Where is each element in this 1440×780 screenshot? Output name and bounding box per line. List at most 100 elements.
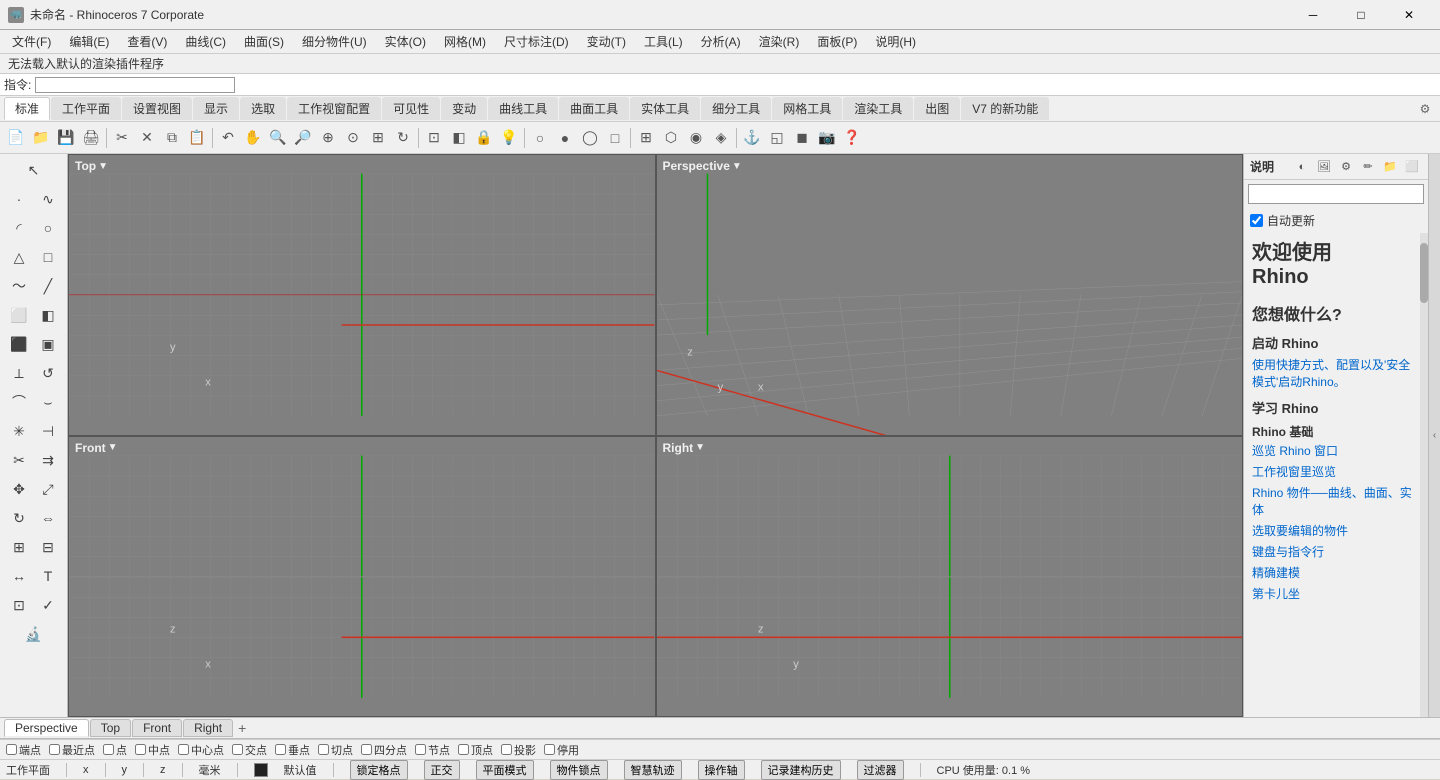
tab-select[interactable]: 选取 <box>240 97 286 120</box>
tab-standard[interactable]: 标准 <box>4 97 50 120</box>
save-icon[interactable]: 💾 <box>54 126 78 150</box>
blend-tool[interactable]: ⌣ <box>34 388 62 416</box>
autoupdate-checkbox[interactable] <box>1250 214 1263 227</box>
right-panel-search-input[interactable] <box>1248 184 1424 204</box>
wire-icon[interactable]: ⬡ <box>659 126 683 150</box>
link-precise-modeling[interactable]: 精确建模 <box>1252 564 1412 581</box>
status-smarttrack-btn[interactable]: 智慧轨迹 <box>624 760 682 780</box>
help2-icon[interactable]: ❓ <box>840 126 864 150</box>
panel-collapse-arrow[interactable]: ‹ <box>1428 154 1440 717</box>
intersect-tool[interactable]: ✳ <box>5 417 33 445</box>
analyze2-tool[interactable]: 🔬 <box>20 620 48 648</box>
snap-nearest[interactable]: 最近点 <box>49 742 95 758</box>
minimize-button[interactable]: ─ <box>1290 0 1336 30</box>
array-tool[interactable]: ⊞ <box>5 533 33 561</box>
arc-tool[interactable]: ◜ <box>5 214 33 242</box>
menu-dimension[interactable]: 尺寸标注(D) <box>496 31 577 52</box>
tab-rendertools[interactable]: 渲染工具 <box>843 97 913 120</box>
snap-midpoint[interactable]: 中点 <box>135 742 170 758</box>
tab-visibility[interactable]: 可见性 <box>382 97 440 120</box>
link-keyboard[interactable]: 键盘与指令行 <box>1252 543 1412 560</box>
status-history-btn[interactable]: 记录建构历史 <box>761 760 841 780</box>
surface-tool[interactable]: ⬜ <box>5 301 33 329</box>
status-osnap-btn[interactable]: 物件锁点 <box>550 760 608 780</box>
undo-icon[interactable]: ↶ <box>216 126 240 150</box>
lock-icon[interactable]: 🔒 <box>472 126 496 150</box>
scale-tool[interactable]: ⤢ <box>34 475 62 503</box>
tab-solidtools[interactable]: 实体工具 <box>630 97 700 120</box>
polygon-tool[interactable]: △ <box>5 243 33 271</box>
viewport-right-arrow[interactable]: ▼ <box>695 442 705 453</box>
viewport-top-arrow[interactable]: ▼ <box>98 161 108 172</box>
tab-vpconfig[interactable]: 工作视窗配置 <box>287 97 381 120</box>
vp-tab-perspective[interactable]: Perspective <box>4 719 89 737</box>
rp-icon-4[interactable]: ✏ <box>1358 157 1378 177</box>
snap-icon[interactable]: ⊡ <box>422 126 446 150</box>
extrude-tool[interactable]: ⟂ <box>5 359 33 387</box>
snap-project[interactable]: 投影 <box>501 742 536 758</box>
mesh-icon[interactable]: ⊞ <box>634 126 658 150</box>
new-icon[interactable]: 📄 <box>4 126 28 150</box>
zoom-out-icon[interactable]: 🔎 <box>291 126 315 150</box>
constraint-icon[interactable]: ⚓ <box>740 126 764 150</box>
tab-transform[interactable]: 变动 <box>441 97 487 120</box>
trim-tool[interactable]: ✂ <box>5 446 33 474</box>
loft-tool[interactable]: ◧ <box>34 301 62 329</box>
sphere-icon[interactable]: ● <box>553 126 577 150</box>
box-icon[interactable]: □ <box>603 126 627 150</box>
snap-point[interactable]: 点 <box>103 742 127 758</box>
tab-setview[interactable]: 设置视图 <box>122 97 192 120</box>
snap-center[interactable]: 中心点 <box>178 742 224 758</box>
menu-tools[interactable]: 工具(L) <box>636 31 691 52</box>
tab-v7new[interactable]: V7 的新功能 <box>961 97 1049 120</box>
menu-solid[interactable]: 实体(O) <box>377 31 434 52</box>
snap-nearest-checkbox[interactable] <box>49 744 60 755</box>
snap-vertex[interactable]: 顶点 <box>458 742 493 758</box>
viewport-top[interactable]: Top ▼ y x <box>68 154 656 436</box>
tab-meshtools[interactable]: 网格工具 <box>772 97 842 120</box>
camera-icon[interactable]: 📷 <box>815 126 839 150</box>
launch-link[interactable]: 使用快捷方式、配置以及'安全模式'启动Rhino。 <box>1252 356 1412 390</box>
right-panel-scrollbar[interactable] <box>1420 243 1428 303</box>
maximize-button[interactable]: □ <box>1338 0 1384 30</box>
paste-icon[interactable]: 📋 <box>185 126 209 150</box>
snap-tan[interactable]: 切点 <box>318 742 353 758</box>
snap-vertex-checkbox[interactable] <box>458 744 469 755</box>
menu-subd[interactable]: 细分物件(U) <box>294 31 375 52</box>
rp-icon-1[interactable]: ◐ <box>1292 157 1312 177</box>
snap-tan-checkbox[interactable] <box>318 744 329 755</box>
mirror-tool[interactable]: ⇔ <box>34 504 62 532</box>
viewport-perspective-arrow[interactable]: ▼ <box>732 161 742 172</box>
snap-disable[interactable]: 停用 <box>544 742 579 758</box>
tab-subdivtools[interactable]: 细分工具 <box>701 97 771 120</box>
snap-center-checkbox[interactable] <box>178 744 189 755</box>
snap-knot-checkbox[interactable] <box>415 744 426 755</box>
rotate-icon[interactable]: ↻ <box>391 126 415 150</box>
offset-tool[interactable]: ⇉ <box>34 446 62 474</box>
tab-surfacetools[interactable]: 曲面工具 <box>559 97 629 120</box>
menu-analyze[interactable]: 分析(A) <box>693 31 749 52</box>
line-tool[interactable]: ╱ <box>34 272 62 300</box>
split-tool[interactable]: ⊣ <box>34 417 62 445</box>
snap-perp[interactable]: 垂点 <box>275 742 310 758</box>
status-gumball-btn[interactable]: 操作轴 <box>698 760 745 780</box>
lamp-icon[interactable]: 💡 <box>497 126 521 150</box>
link-objects[interactable]: Rhino 物件──曲线、曲面、实体 <box>1252 484 1412 518</box>
vp-tab-top[interactable]: Top <box>90 719 131 737</box>
env-icon[interactable]: ◈ <box>709 126 733 150</box>
menu-mesh[interactable]: 网格(M) <box>436 31 494 52</box>
zoom-in-icon[interactable]: 🔍 <box>266 126 290 150</box>
snap-endpoint-checkbox[interactable] <box>6 744 17 755</box>
torus-icon[interactable]: ◯ <box>578 126 602 150</box>
snap-endpoint[interactable]: 端点 <box>6 742 41 758</box>
dim-tool[interactable]: ↔ <box>5 562 33 590</box>
shade-icon[interactable]: ◉ <box>684 126 708 150</box>
viewport-perspective[interactable]: Perspective ▼ <box>656 154 1244 436</box>
status-ortho-btn[interactable]: 正交 <box>424 760 460 780</box>
link-navigate-viewport[interactable]: 工作视窗里巡览 <box>1252 463 1412 480</box>
menu-edit[interactable]: 编辑(E) <box>61 31 117 52</box>
solid-tool[interactable]: ⬛ <box>5 330 33 358</box>
print-icon[interactable]: 🖨 <box>79 126 103 150</box>
tab-curvetools[interactable]: 曲线工具 <box>488 97 558 120</box>
snap-quad[interactable]: 四分点 <box>361 742 407 758</box>
